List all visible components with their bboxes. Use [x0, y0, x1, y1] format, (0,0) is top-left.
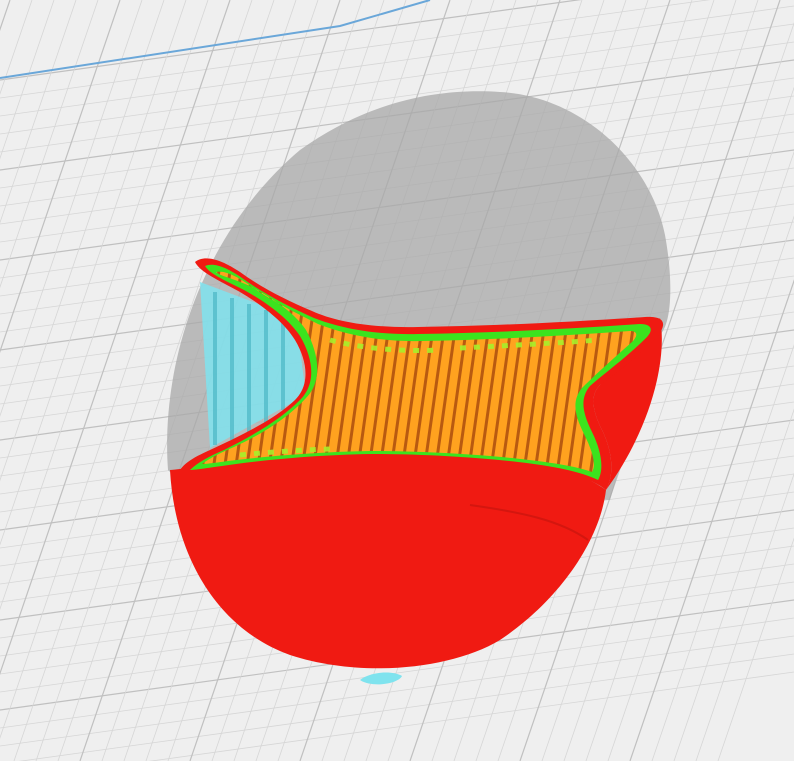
- build-plate-scene[interactable]: [0, 0, 794, 761]
- 3d-viewport[interactable]: [0, 0, 794, 761]
